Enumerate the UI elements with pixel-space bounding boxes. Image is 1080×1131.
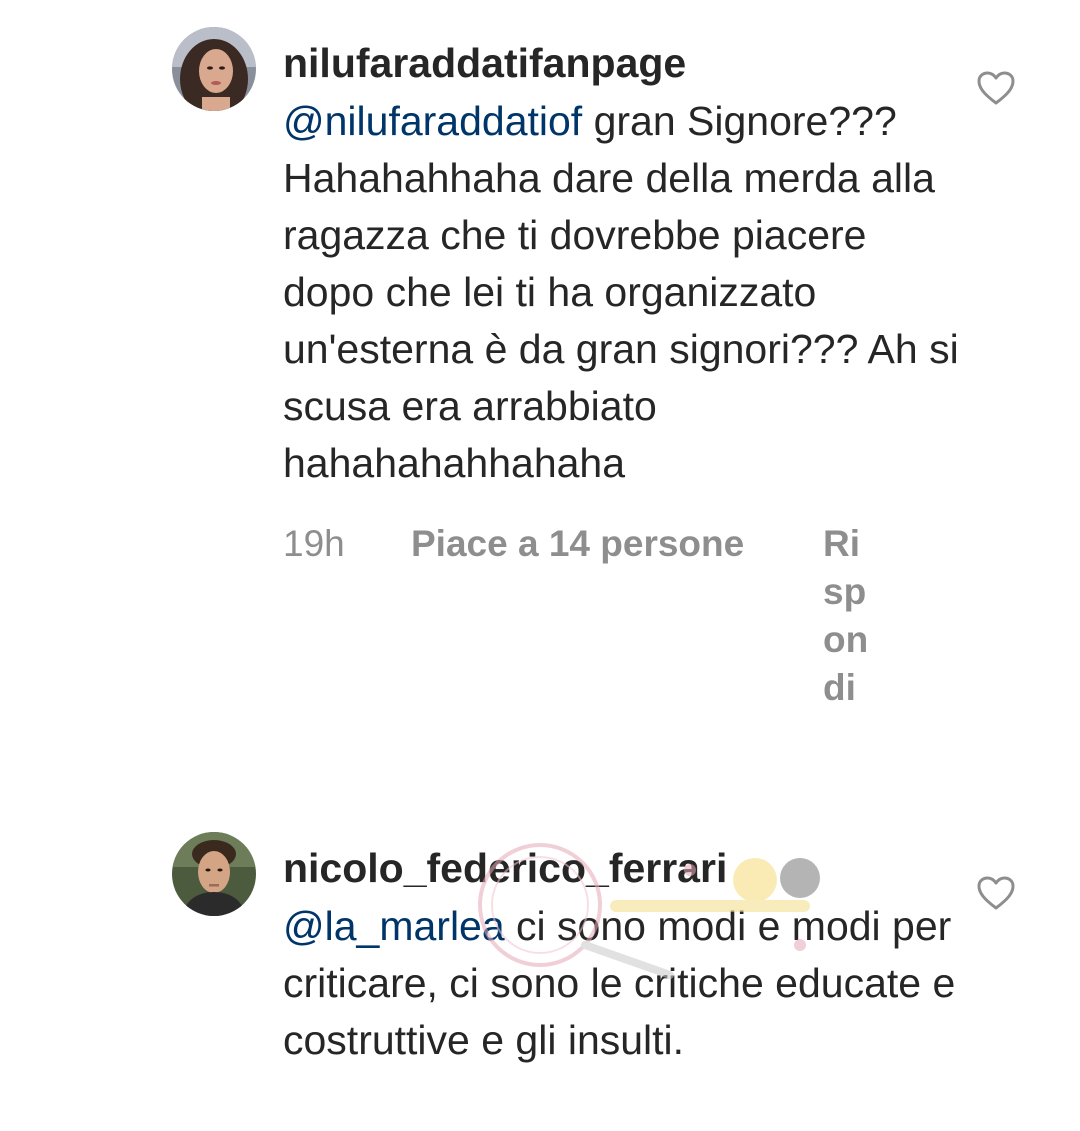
heart-icon[interactable] bbox=[976, 70, 1016, 106]
comment-body: nicolo_federico_ferrari @la_marlea ci so… bbox=[283, 843, 963, 1069]
comment-timestamp: 19h bbox=[283, 523, 345, 564]
comment-username[interactable]: nilufaraddatifanpage bbox=[283, 38, 963, 88]
heart-icon[interactable] bbox=[976, 875, 1016, 911]
comment-message: gran Signore??? Hahahahhaha dare della m… bbox=[283, 98, 959, 486]
mention-link[interactable]: @nilufaraddatiof bbox=[283, 98, 582, 144]
reply-button[interactable]: Rispondi bbox=[823, 520, 871, 712]
comment-text: @nilufaraddatiof gran Signore??? Hahahah… bbox=[283, 93, 963, 492]
avatar[interactable] bbox=[172, 832, 256, 916]
comment-text: @la_marlea ci sono modi e modi per criti… bbox=[283, 898, 963, 1069]
likes-count-link[interactable]: Piace a 14 persone bbox=[411, 520, 744, 568]
comment-body: nilufaraddatifanpage @nilufaraddatiof gr… bbox=[283, 38, 963, 708]
comment-meta: 19h Piace a 14 persone Rispondi bbox=[283, 520, 963, 708]
comment-username[interactable]: nicolo_federico_ferrari bbox=[283, 843, 963, 893]
avatar[interactable] bbox=[172, 27, 256, 111]
mention-link[interactable]: @la_marlea bbox=[283, 903, 505, 949]
